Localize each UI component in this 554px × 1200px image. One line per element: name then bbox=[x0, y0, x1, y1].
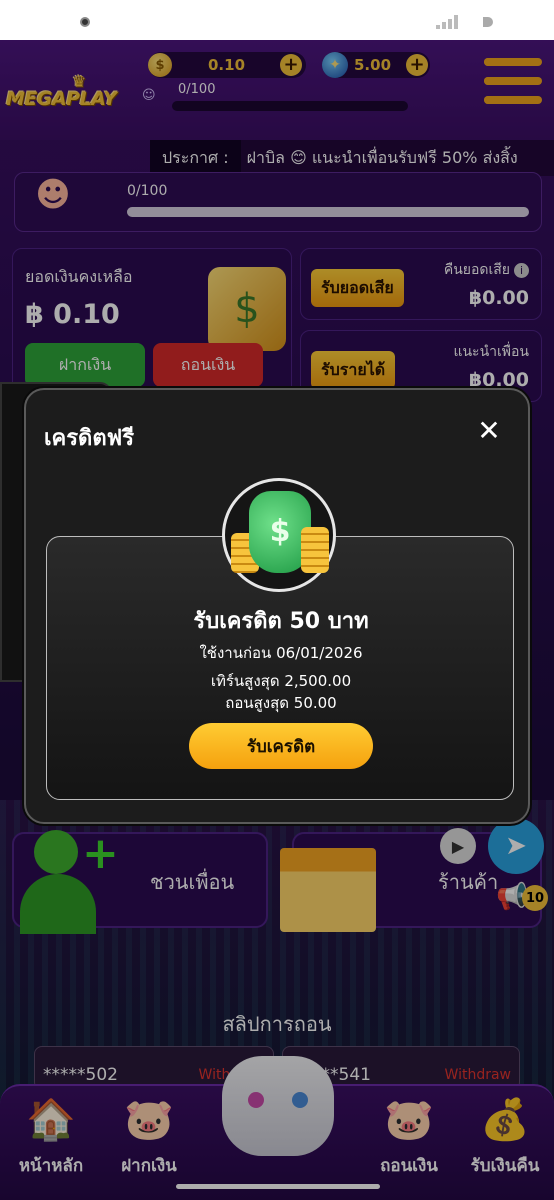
signal-icon bbox=[436, 15, 458, 29]
status-bar bbox=[0, 0, 554, 40]
money-bag-icon: $ bbox=[222, 478, 336, 592]
camera-icon bbox=[80, 17, 90, 27]
app-screen: ♛ MEGAPLAY $ 0.10 + ✦ 5.00 + ☺ 0/100 ประ… bbox=[0, 40, 554, 1200]
claim-credit-button[interactable]: รับเครดิต bbox=[189, 723, 373, 769]
close-icon[interactable]: ✕ bbox=[476, 417, 502, 445]
credit-max-withdraw: ถอนสูงสุด 50.00 bbox=[225, 694, 337, 712]
credit-max-turnover: เทิร์นสูงสุด 2,500.00 bbox=[210, 672, 352, 690]
free-credit-modal: เครดิตฟรี ✕ รับเครดิต 50 บาท ใช้งานก่อน … bbox=[24, 388, 530, 824]
credit-expiry: ใช้งานก่อน 06/01/2026 bbox=[199, 644, 363, 662]
credit-heading: รับเครดิต 50 บาท bbox=[193, 609, 369, 634]
battery-icon bbox=[483, 17, 493, 27]
modal-title: เครดิตฟรี bbox=[44, 426, 135, 451]
